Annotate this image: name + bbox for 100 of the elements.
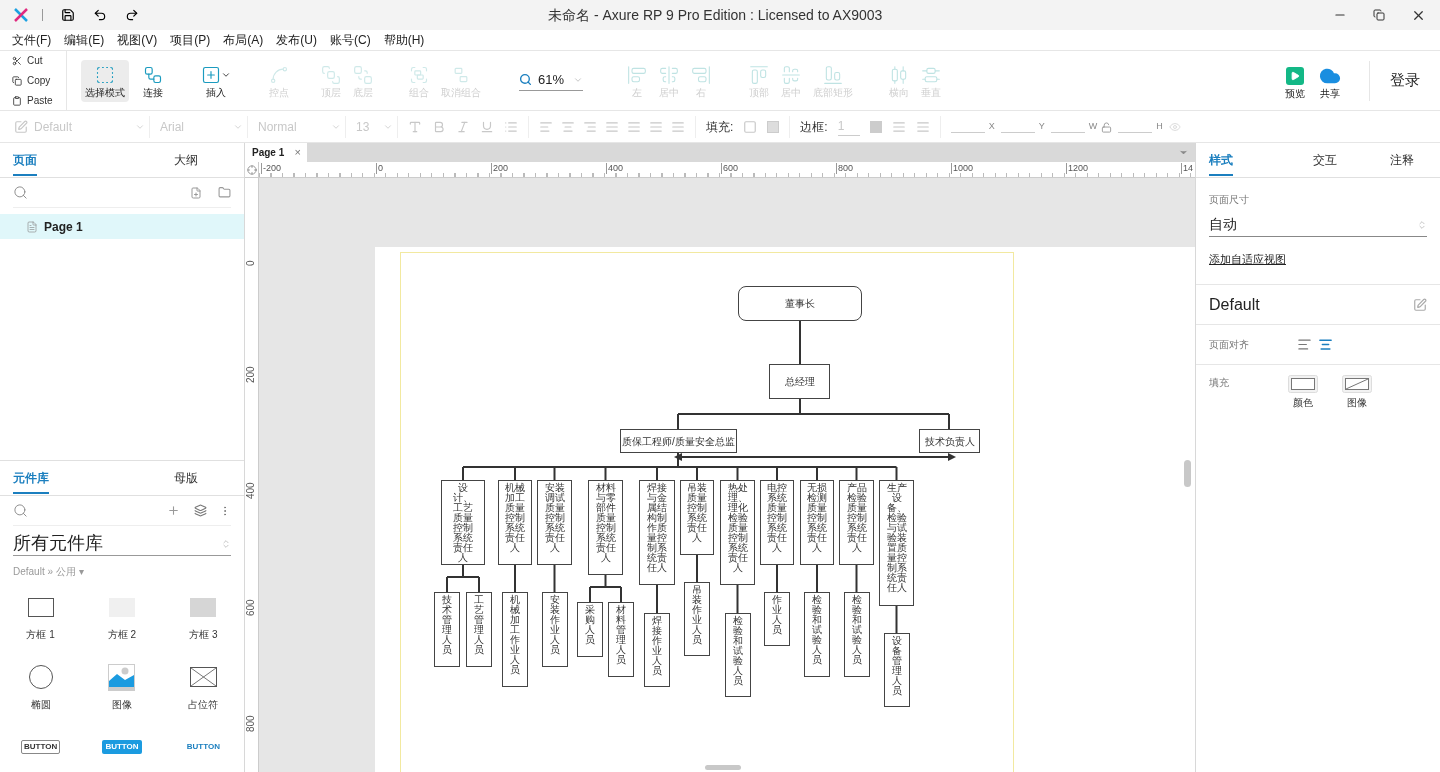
list-icon[interactable] bbox=[504, 119, 518, 134]
panel-tab[interactable]: 样式 bbox=[1196, 142, 1286, 177]
dashed-box-icon bbox=[95, 64, 115, 85]
panel-tab[interactable]: 母版 bbox=[128, 461, 244, 495]
clipboard-button[interactable]: Paste bbox=[12, 92, 66, 109]
org-chart-node: 焊接与金属结构制作质量控制系统责任人 bbox=[639, 480, 675, 585]
style-icon bbox=[14, 119, 28, 134]
panel-tab[interactable]: 元件库 bbox=[0, 461, 129, 495]
library-widget[interactable]: BUTTON bbox=[162, 733, 244, 772]
org-chart-node: 安装作业人员 bbox=[541, 592, 568, 667]
placeholder-icon bbox=[189, 667, 217, 687]
menu-item[interactable]: 发布(U) bbox=[276, 31, 317, 49]
edit-style-icon[interactable] bbox=[1413, 297, 1427, 312]
org-chart-node: 安装调试质量控制系统责任人 bbox=[537, 480, 572, 565]
panel-tab[interactable]: 页面 bbox=[0, 142, 129, 177]
align-center-icon[interactable] bbox=[561, 119, 575, 134]
menu-item[interactable]: 账号(C) bbox=[330, 31, 371, 49]
connector-line bbox=[855, 564, 858, 593]
align-icon bbox=[627, 64, 647, 85]
page-item[interactable]: Page 1 bbox=[0, 214, 244, 239]
undo-icon[interactable] bbox=[93, 8, 107, 22]
zoom-field[interactable]: 61% bbox=[519, 69, 583, 92]
layers-icon[interactable] bbox=[194, 504, 207, 517]
align-left-icon[interactable] bbox=[539, 119, 553, 134]
valign-bottom-icon[interactable] bbox=[671, 119, 685, 134]
search-icon[interactable] bbox=[13, 503, 28, 518]
org-chart-node: 作业人员 bbox=[764, 592, 790, 646]
library-widget[interactable]: BUTTON bbox=[0, 733, 82, 772]
bold-icon[interactable] bbox=[432, 119, 446, 134]
line-style-icon[interactable] bbox=[891, 119, 906, 134]
panel-tab[interactable]: 交互 bbox=[1286, 142, 1363, 177]
toolbar-button[interactable]: 选择模式 bbox=[81, 59, 129, 102]
library-widget[interactable]: 方框 2 bbox=[81, 593, 163, 663]
text-color-icon[interactable] bbox=[408, 119, 422, 134]
page-tab[interactable]: Page 1 × bbox=[245, 143, 307, 162]
org-chart-node: 工艺管理人员 bbox=[466, 592, 492, 667]
menu-item[interactable]: 文件(F) bbox=[12, 31, 52, 49]
coordinate-label: X bbox=[988, 119, 995, 133]
scroll-thumb[interactable] bbox=[1184, 460, 1191, 487]
panel-tab[interactable]: 大纲 bbox=[128, 142, 244, 177]
org-chart-node: 生产设备、检验与试验装置质量控制系统责任人 bbox=[879, 480, 914, 606]
restore-icon[interactable] bbox=[1373, 9, 1385, 21]
fill-color-icon[interactable] bbox=[743, 119, 758, 134]
menu-item[interactable]: 视图(V) bbox=[117, 31, 158, 49]
add-page-icon[interactable] bbox=[190, 186, 202, 199]
menu-item[interactable]: 编辑(E) bbox=[64, 31, 105, 49]
page-size-label: 页面尺寸 bbox=[1209, 193, 1250, 207]
valign-middle-icon[interactable] bbox=[649, 119, 663, 134]
tab-close-icon[interactable]: × bbox=[294, 144, 301, 161]
connector-line bbox=[553, 564, 556, 593]
adaptive-view-link[interactable]: 添加自适应视图 bbox=[1209, 251, 1286, 268]
align-icon bbox=[691, 64, 711, 85]
border-color-icon[interactable] bbox=[869, 120, 882, 133]
align-button[interactable] bbox=[1297, 337, 1312, 352]
connector-line bbox=[656, 584, 658, 614]
align-icon bbox=[823, 64, 843, 85]
save-icon[interactable] bbox=[61, 8, 75, 22]
clipboard-button[interactable]: Cut bbox=[12, 52, 66, 69]
redo-icon[interactable] bbox=[125, 8, 139, 22]
page-size-select[interactable]: 自动 bbox=[1209, 213, 1427, 237]
align-icon bbox=[659, 64, 679, 85]
ruler-origin-icon[interactable] bbox=[246, 164, 257, 175]
lock-icon[interactable] bbox=[1101, 122, 1113, 134]
toolbar-button[interactable]: 插入 bbox=[197, 59, 235, 102]
scroll-thumb[interactable] bbox=[705, 765, 741, 770]
page-icon bbox=[26, 220, 38, 233]
menu-item[interactable]: 布局(A) bbox=[223, 31, 264, 49]
search-icon bbox=[519, 73, 532, 86]
folder-icon[interactable] bbox=[218, 186, 231, 199]
align-button[interactable] bbox=[1318, 337, 1333, 352]
shadow-icon[interactable] bbox=[767, 120, 780, 133]
menu-item[interactable]: 帮助(H) bbox=[383, 31, 425, 49]
align-right-icon[interactable] bbox=[583, 119, 597, 134]
library-widget[interactable]: 椭圆 bbox=[0, 663, 82, 733]
panel-tab[interactable]: 注释 bbox=[1363, 142, 1440, 177]
library-widget[interactable]: 方框 1 bbox=[0, 593, 82, 663]
org-chart-node: 检验和试验人员 bbox=[724, 613, 751, 697]
clipboard-button[interactable]: Copy bbox=[12, 72, 66, 89]
org-chart-node: 热处理、理化检验质量控制系统责任人 bbox=[720, 480, 755, 585]
library-widget[interactable]: 图像 bbox=[81, 663, 163, 733]
login-button[interactable]: 登录 bbox=[1390, 69, 1420, 92]
toolbar-button[interactable]: 连接 bbox=[139, 59, 167, 102]
underline-icon[interactable] bbox=[480, 119, 494, 134]
toolbar-button[interactable]: 共享 bbox=[1311, 60, 1349, 101]
eye-icon[interactable] bbox=[1168, 120, 1181, 133]
fill-option[interactable]: 颜色 bbox=[1288, 375, 1318, 410]
add-icon[interactable] bbox=[167, 504, 180, 517]
fill-option[interactable]: 图像 bbox=[1342, 375, 1372, 410]
menu-item[interactable]: 项目(P) bbox=[170, 31, 211, 49]
library-widget[interactable]: 方框 3 bbox=[162, 593, 244, 663]
valign-top-icon[interactable] bbox=[627, 119, 641, 134]
italic-icon[interactable] bbox=[456, 119, 470, 134]
rectangle-icon bbox=[190, 597, 217, 617]
clipboard-icon bbox=[12, 95, 22, 106]
toolbar-button[interactable]: 预览 bbox=[1279, 60, 1311, 101]
justify-icon[interactable] bbox=[605, 119, 619, 134]
library-select[interactable]: 所有元件库 bbox=[13, 532, 231, 556]
library-widget[interactable]: 占位符 bbox=[162, 663, 244, 733]
search-icon[interactable] bbox=[13, 185, 28, 200]
fill-label: 填充: bbox=[706, 118, 734, 136]
